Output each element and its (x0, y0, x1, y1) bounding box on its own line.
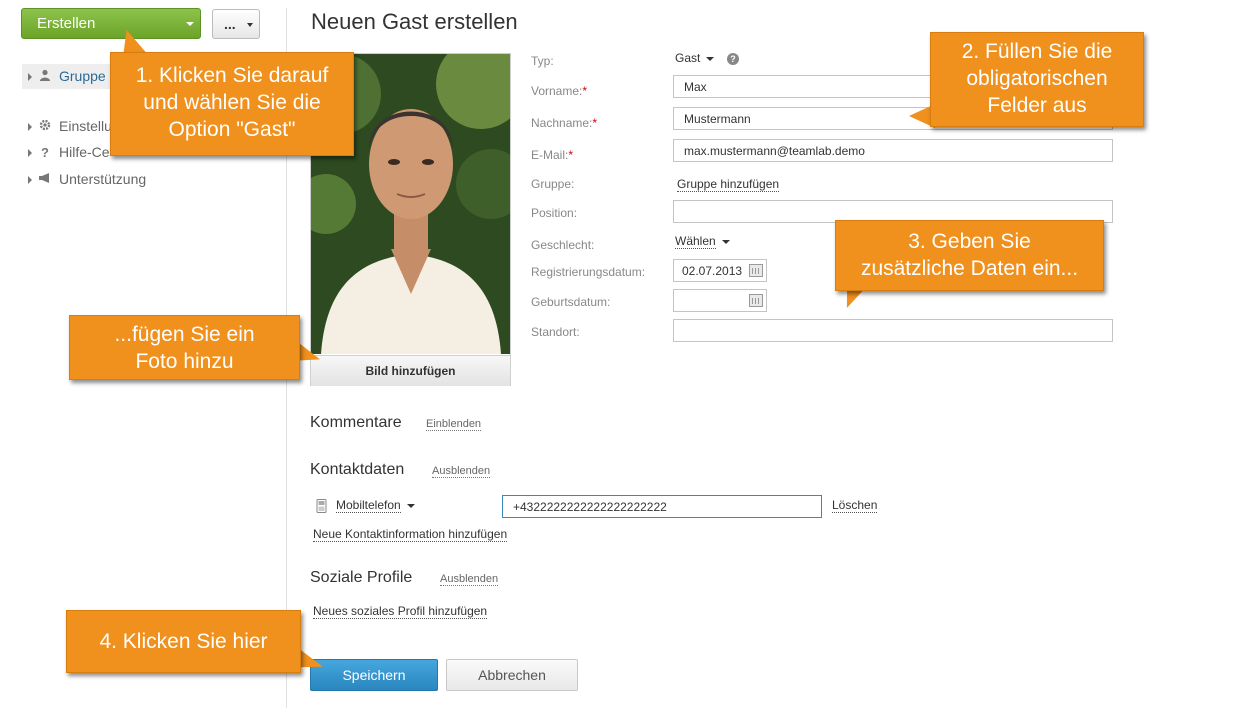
chevron-down-icon (706, 56, 715, 61)
phone-input[interactable]: +4322222222222222222222 (502, 495, 822, 518)
lastname-label-text: Nachname: (531, 116, 593, 130)
email-input[interactable]: max.mustermann@teamlab.demo (673, 139, 1113, 162)
calendar-icon[interactable] (749, 264, 763, 277)
type-select[interactable]: Gast (675, 51, 715, 65)
contacts-heading: Kontaktdaten (310, 461, 405, 478)
position-label: Position: (531, 206, 578, 220)
regdate-input[interactable]: 02.07.2013 (673, 259, 767, 282)
gender-label: Geschlecht: (531, 238, 595, 252)
callout-line: ...fügen Sie ein (114, 323, 255, 346)
sidebar-item-label: Unterstützung (59, 171, 147, 187)
chevron-down-icon (186, 22, 194, 26)
required-marker: * (592, 116, 598, 130)
create-button-label: Erstellen (37, 15, 96, 32)
user-icon (38, 69, 52, 84)
contacts-toggle-link[interactable]: Ausblenden (432, 465, 491, 478)
more-actions-label: ... (224, 16, 236, 32)
callout-step-3: 3. Geben Sie zusätzliche Daten ein... (835, 220, 1104, 291)
delete-contact-link[interactable]: Löschen (832, 498, 878, 513)
expand-arrow-icon[interactable] (28, 73, 32, 81)
lastname-label: Nachname:* (531, 116, 597, 130)
add-contact-link[interactable]: Neue Kontaktinformation hinzufügen (313, 527, 508, 542)
location-label: Standort: (531, 325, 580, 339)
sidebar-item-label: Gruppe (59, 68, 106, 84)
regdate-value: 02.07.2013 (682, 264, 743, 278)
required-marker: * (568, 148, 574, 162)
callout-line: 1. Klicken Sie darauf (135, 64, 329, 87)
callout-step-1: 1. Klicken Sie darauf und wählen Sie die… (110, 52, 354, 156)
calendar-icon[interactable] (749, 294, 763, 307)
cancel-button[interactable]: Abbrechen (446, 659, 578, 691)
page-title: Neuen Gast erstellen (311, 9, 518, 34)
group-label: Gruppe: (531, 177, 575, 191)
callout-line: 4. Klicken Sie hier (99, 630, 268, 653)
contact-type-select[interactable]: Mobiltelefon (336, 498, 415, 513)
callout-line: Foto hinzu (135, 350, 234, 373)
callout-line: Option "Gast" (168, 118, 296, 141)
callout-line: Felder aus (987, 94, 1087, 117)
callout-line: und wählen Sie die (143, 91, 321, 114)
expand-arrow-icon[interactable] (28, 149, 32, 157)
callout-photo: ...fügen Sie ein Foto hinzu (69, 315, 300, 380)
create-button[interactable]: Erstellen (21, 8, 201, 39)
add-social-link[interactable]: Neues soziales Profil hinzufügen (313, 604, 488, 619)
callout-line: zusätzliche Daten ein... (860, 257, 1079, 280)
gear-icon (38, 119, 52, 134)
gender-value: Wählen (675, 234, 716, 249)
callout-line: 3. Geben Sie (908, 230, 1031, 253)
type-value: Gast (675, 51, 701, 65)
firstname-label-text: Vorname: (531, 84, 583, 98)
callout-step-2: 2. Füllen Sie die obligatorischen Felder… (930, 32, 1144, 127)
expand-arrow-icon[interactable] (28, 176, 32, 184)
callout-line: obligatorischen (966, 67, 1108, 90)
megaphone-icon (38, 172, 52, 187)
birthdate-input[interactable] (673, 289, 767, 312)
phone-icon (316, 499, 327, 518)
contact-type-value: Mobiltelefon (336, 498, 401, 513)
firstname-label: Vorname:* (531, 84, 587, 98)
sidebar-item-support[interactable]: Unterstützung (28, 171, 268, 191)
callout-line: 2. Füllen Sie die (961, 40, 1113, 63)
chevron-down-icon (406, 503, 415, 508)
email-label-text: E-Mail: (531, 148, 569, 162)
chevron-down-icon (247, 23, 253, 27)
required-marker: * (582, 84, 588, 98)
sidebar-item-label: Hilfe-Ce (59, 144, 110, 160)
add-photo-button[interactable]: Bild hinzufügen (311, 355, 510, 386)
help-icon[interactable]: ? (727, 53, 739, 65)
gender-select[interactable]: Wählen (675, 234, 730, 249)
type-label: Typ: (531, 54, 554, 68)
save-button[interactable]: Speichern (310, 659, 438, 691)
comments-heading: Kommentare (310, 414, 402, 431)
location-input[interactable] (673, 319, 1113, 342)
add-group-link[interactable]: Gruppe hinzufügen (677, 177, 780, 192)
expand-arrow-icon[interactable] (28, 123, 32, 131)
social-toggle-link[interactable]: Ausblenden (440, 573, 499, 586)
help-icon: ? (41, 145, 49, 160)
comments-toggle-link[interactable]: Einblenden (426, 418, 482, 431)
callout-step-4: 4. Klicken Sie hier (66, 610, 301, 673)
regdate-label: Registrierungsdatum: (531, 265, 646, 279)
social-heading: Soziale Profile (310, 569, 413, 586)
sidebar-item-label: Einstellu (59, 118, 112, 134)
chevron-down-icon (721, 239, 730, 244)
birthdate-label: Geburtsdatum: (531, 295, 611, 309)
email-label: E-Mail:* (531, 148, 573, 162)
more-actions-button[interactable]: ... (212, 9, 260, 39)
